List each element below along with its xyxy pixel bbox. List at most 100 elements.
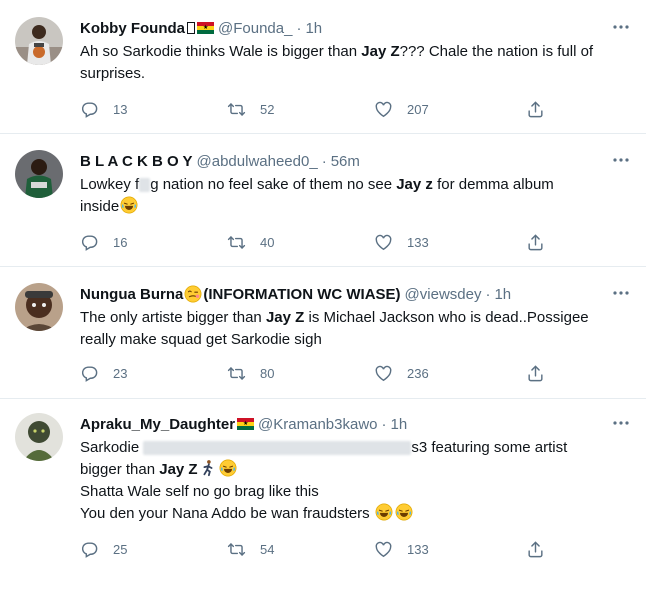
like-count: 236: [407, 365, 429, 381]
highlight-term: Jay Z: [361, 43, 400, 60]
timestamp[interactable]: 1h: [391, 416, 408, 433]
text-segment: Ah so Sarkodie thinks Wale is bigger tha…: [80, 43, 362, 60]
like-icon: [374, 540, 393, 559]
reply-icon: [80, 100, 99, 119]
more-icon[interactable]: [612, 155, 630, 165]
woozy-emoji-icon: [184, 285, 202, 303]
share-button[interactable]: [526, 97, 545, 121]
share-icon: [526, 364, 545, 383]
highlight-term: Jay z: [396, 176, 433, 193]
reply-icon: [80, 233, 99, 252]
display-name[interactable]: Kobby Founda: [80, 20, 185, 37]
separator-dot: ·: [296, 19, 302, 37]
like-count: 133: [407, 541, 429, 557]
retweet-button[interactable]: 52: [227, 97, 274, 121]
reply-button[interactable]: 25: [80, 537, 127, 561]
text-segment: You den your Nana Addo be wan fraudsters: [80, 505, 374, 522]
tweet-actions: 16 40 133: [80, 230, 550, 254]
tweet-text: Lowkey f g nation no feel sake of them no…: [80, 174, 636, 218]
tweet-text: The only artiste bigger than Jay Z is Mi…: [80, 307, 636, 351]
more-icon[interactable]: [612, 418, 630, 428]
highlight-term: Jay Z: [159, 461, 198, 478]
avatar-image: [15, 283, 63, 331]
tweet-actions: 13 52 207: [80, 97, 550, 121]
share-icon: [526, 540, 545, 559]
separator-dot: ·: [485, 285, 491, 303]
tweet[interactable]: Apraku_My_Daughter ★ @Kramanb3kawo · 1h …: [0, 399, 646, 591]
like-button[interactable]: 236: [374, 361, 429, 385]
text-segment: ??? Chale the nation is full of: [399, 43, 594, 60]
more-icon[interactable]: [612, 22, 630, 32]
avatar[interactable]: [15, 283, 63, 331]
timestamp[interactable]: 1h: [305, 20, 322, 37]
like-icon: [374, 364, 393, 383]
share-icon: [526, 100, 545, 119]
like-count: 133: [407, 234, 429, 250]
text-segment: Lowkey f: [80, 176, 140, 193]
share-button[interactable]: [526, 537, 545, 561]
retweet-button[interactable]: 40: [227, 230, 274, 254]
share-button[interactable]: [526, 361, 545, 385]
unsupported-glyph-icon: [187, 22, 195, 34]
avatar-image: [15, 150, 63, 198]
retweet-icon: [227, 540, 246, 559]
avatar[interactable]: [15, 17, 63, 65]
separator-dot: ·: [381, 415, 387, 433]
text-segment: g nation no feel sake of them no see: [150, 176, 397, 193]
timestamp[interactable]: 56m: [331, 153, 360, 170]
reply-count: 23: [113, 365, 128, 381]
display-name[interactable]: B L A C K B O Y: [80, 153, 193, 170]
like-icon: [374, 100, 393, 119]
retweet-count: 54: [260, 541, 275, 557]
display-name-suffix[interactable]: (INFORMATION WC WIASE): [203, 286, 400, 303]
reply-count: 16: [113, 234, 128, 250]
text-segment: s3 featuring some artist: [411, 439, 568, 456]
tweet-text: Ah so Sarkodie thinks Wale is bigger tha…: [80, 41, 636, 85]
retweet-button[interactable]: 54: [227, 537, 274, 561]
like-count: 207: [407, 101, 429, 117]
avatar-image: [15, 17, 63, 65]
reply-button[interactable]: 23: [80, 361, 127, 385]
user-handle[interactable]: @Founda_: [218, 20, 292, 37]
laughing-emoji-icon: [375, 503, 393, 521]
avatar[interactable]: [15, 150, 63, 198]
text-segment: for demma album: [432, 176, 554, 193]
like-button[interactable]: 133: [374, 230, 429, 254]
timestamp[interactable]: 1h: [494, 286, 511, 303]
text-segment: inside: [80, 198, 120, 215]
user-handle[interactable]: @viewsdey: [405, 286, 482, 303]
retweet-count: 80: [260, 365, 275, 381]
avatar[interactable]: [15, 413, 63, 461]
text-line: surprises.: [80, 65, 146, 82]
tweet[interactable]: Nungua Burna (INFORMATION WC WIASE) @vie…: [0, 267, 646, 399]
text-line: Shatta Wale self no go brag like this: [80, 483, 319, 500]
avatar-image: [15, 413, 63, 461]
share-button[interactable]: [526, 230, 545, 254]
user-handle[interactable]: @abdulwaheed0_: [197, 153, 318, 170]
more-icon[interactable]: [612, 288, 630, 298]
reply-count: 13: [113, 101, 128, 117]
tweet[interactable]: Kobby Founda ★ @Founda_ · 1h Ah so Sarko…: [0, 0, 646, 134]
ghana-flag-icon: ★: [197, 22, 214, 34]
text-segment: is Michael Jackson who is dead..Possigee: [304, 309, 589, 326]
display-name[interactable]: Apraku_My_Daughter: [80, 416, 235, 433]
reply-button[interactable]: 13: [80, 97, 127, 121]
ghana-flag-icon: ★: [237, 418, 255, 430]
like-button[interactable]: 133: [374, 537, 429, 561]
reply-icon: [80, 364, 99, 383]
text-segment: Sarkodie: [80, 439, 144, 456]
reply-button[interactable]: 16: [80, 230, 127, 254]
censored-text: [139, 178, 151, 193]
laughing-emoji-icon: [120, 196, 138, 214]
share-icon: [526, 233, 545, 252]
retweet-button[interactable]: 80: [227, 361, 274, 385]
like-button[interactable]: 207: [374, 97, 429, 121]
censored-text: [143, 441, 412, 456]
retweet-icon: [227, 364, 246, 383]
user-handle[interactable]: @Kramanb3kawo: [258, 416, 377, 433]
separator-dot: ·: [321, 152, 327, 170]
text-line: really make squad get Sarkodie sigh: [80, 331, 322, 348]
retweet-icon: [227, 233, 246, 252]
display-name[interactable]: Nungua Burna: [80, 286, 183, 303]
tweet[interactable]: B L A C K B O Y @abdulwaheed0_ · 56m Low…: [0, 134, 646, 267]
